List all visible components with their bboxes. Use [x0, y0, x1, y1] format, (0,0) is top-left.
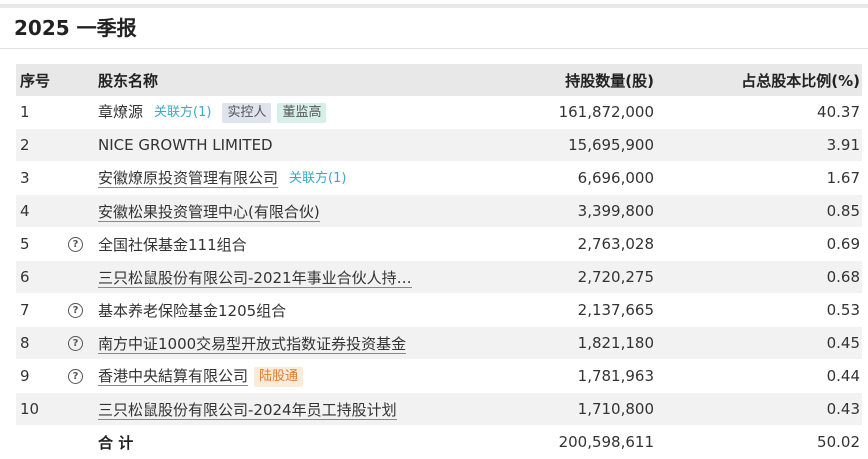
ratio-value: 1.67: [656, 162, 862, 195]
tag-ctrl: 实控人: [222, 102, 272, 123]
shareholder-name: 基本养老保险基金1205组合: [98, 301, 287, 320]
total-ratio: 50.02: [656, 426, 862, 459]
shares-value: 3,399,800: [491, 195, 656, 228]
question-circle-icon[interactable]: ?: [68, 369, 83, 384]
table-header-row: 序号 股东名称 持股数量(股) 占总股本比例(%): [16, 64, 862, 96]
shareholder-name: NICE GROWTH LIMITED: [98, 136, 273, 154]
row-index: 3: [16, 162, 68, 195]
row-index: 9: [16, 360, 68, 393]
shares-value: 2,137,665: [491, 294, 656, 327]
table-row: 9? 香港中央結算有限公司 陆股通 1,781,963 0.44: [16, 360, 862, 393]
shareholder-name-cell: 南方中证1000交易型开放式指数证券投资基金: [98, 327, 491, 360]
shareholder-name-cell: 安徽燎原投资管理有限公司 关联方(1): [98, 162, 491, 195]
row-index: 4: [16, 195, 68, 228]
shareholder-name-cell: 三只松鼠股份有限公司-2021年事业合伙人持…: [98, 261, 491, 294]
row-index: 2: [16, 129, 68, 162]
shareholder-name-link[interactable]: 安徽燎原投资管理有限公司: [98, 169, 279, 189]
column-header-shares: 持股数量(股): [565, 71, 654, 90]
ratio-value: 3.91: [656, 129, 862, 162]
tag-hk[interactable]: 陆股通: [254, 366, 304, 387]
row-help-cell: [68, 195, 98, 228]
column-header-help-spacer: [68, 64, 98, 96]
column-header-index: 序号: [20, 71, 51, 90]
table-row: 10 三只松鼠股份有限公司-2024年员工持股计划 1,710,800 0.43: [16, 393, 862, 426]
row-help-cell: ?: [68, 294, 98, 327]
ratio-value: 40.37: [656, 96, 862, 129]
ratio-value: 0.69: [656, 228, 862, 261]
row-index: 1: [16, 96, 68, 129]
row-help-cell: ?: [68, 360, 98, 393]
shares-value: 15,695,900: [491, 129, 656, 162]
shareholders-table: 序号 股东名称 持股数量(股) 占总股本比例(%) 1 章燎源 关联方(1) 实控人董…: [16, 64, 862, 459]
shareholder-name-cell: 全国社保基金111组合: [98, 228, 491, 261]
ratio-value: 0.43: [656, 393, 862, 426]
shareholder-name-link[interactable]: 三只松鼠股份有限公司-2024年员工持股计划: [98, 400, 397, 420]
tag-exec: 董监高: [277, 102, 327, 123]
shares-value: 1,710,800: [491, 393, 656, 426]
ratio-value: 0.68: [656, 261, 862, 294]
shareholder-name-cell: 章燎源 关联方(1) 实控人 董监高: [98, 96, 491, 129]
table-row: 2 NICE GROWTH LIMITED 15,695,900 3.91: [16, 129, 862, 162]
row-help-cell: [68, 129, 98, 162]
row-index: 8: [16, 327, 68, 360]
row-help-cell: [68, 261, 98, 294]
shares-value: 6,696,000: [491, 162, 656, 195]
total-spacer: [68, 426, 98, 459]
table-body: 1 章燎源 关联方(1) 实控人 董监高 161,872,000 40.37 2 NICE GR…: [16, 96, 862, 459]
total-spacer: [16, 426, 68, 459]
table-row: 5? 全国社保基金111组合 2,763,028 0.69: [16, 228, 862, 261]
table-row: 6 三只松鼠股份有限公司-2021年事业合伙人持… 2,720,275 0.68: [16, 261, 862, 294]
shares-value: 161,872,000: [491, 96, 656, 129]
total-row: 合 计 200,598,611 50.02: [16, 426, 862, 459]
shareholder-name-link[interactable]: 安徽松果投资管理中心(有限合伙): [98, 202, 320, 222]
ratio-value: 0.53: [656, 294, 862, 327]
shareholder-name-cell: NICE GROWTH LIMITED: [98, 129, 491, 162]
table-row: 1 章燎源 关联方(1) 实控人 董监高 161,872,000 40.37: [16, 96, 862, 129]
table-row: 4 安徽松果投资管理中心(有限合伙) 3,399,800 0.85: [16, 195, 862, 228]
tag-rel[interactable]: 关联方(1): [149, 103, 216, 123]
table-row: 8? 南方中证1000交易型开放式指数证券投资基金 1,821,180 0.45: [16, 327, 862, 360]
ratio-value: 0.44: [656, 360, 862, 393]
question-circle-icon[interactable]: ?: [68, 303, 83, 318]
shares-value: 1,821,180: [491, 327, 656, 360]
column-header-name: 股东名称: [98, 71, 159, 90]
row-index: 7: [16, 294, 68, 327]
row-index: 10: [16, 393, 68, 426]
page-title: 2025 一季报: [14, 16, 137, 40]
question-circle-icon[interactable]: ?: [68, 237, 83, 252]
shares-value: 2,720,275: [491, 261, 656, 294]
question-circle-icon[interactable]: ?: [68, 336, 83, 351]
column-header-ratio: 占总股本比例(%): [741, 71, 860, 90]
row-help-cell: ?: [68, 327, 98, 360]
shareholder-name-cell: 香港中央結算有限公司 陆股通: [98, 360, 491, 393]
table-row: 3 安徽燎原投资管理有限公司 关联方(1) 6,696,000 1.67: [16, 162, 862, 195]
shares-value: 1,781,963: [491, 360, 656, 393]
row-index: 5: [16, 228, 68, 261]
row-help-cell: [68, 96, 98, 129]
shareholder-name-link[interactable]: 南方中证1000交易型开放式指数证券投资基金: [98, 334, 407, 354]
table-row: 7? 基本养老保险基金1205组合 2,137,665 0.53: [16, 294, 862, 327]
title-divider: [0, 48, 868, 49]
total-shares: 200,598,611: [491, 426, 656, 459]
shareholder-name-cell: 基本养老保险基金1205组合: [98, 294, 491, 327]
shareholder-name: 章燎源: [98, 103, 144, 122]
tag-rel[interactable]: 关联方(1): [284, 169, 351, 189]
ratio-value: 0.45: [656, 327, 862, 360]
total-label: 合 计: [98, 426, 491, 459]
shareholder-name-link[interactable]: 三只松鼠股份有限公司-2021年事业合伙人持…: [98, 268, 412, 288]
row-index: 6: [16, 261, 68, 294]
row-help-cell: [68, 162, 98, 195]
shareholder-name: 全国社保基金111组合: [98, 235, 247, 254]
top-divider: [0, 4, 868, 8]
row-help-cell: [68, 393, 98, 426]
shares-value: 2,763,028: [491, 228, 656, 261]
row-help-cell: ?: [68, 228, 98, 261]
shareholder-name-cell: 安徽松果投资管理中心(有限合伙): [98, 195, 491, 228]
shareholder-name-link[interactable]: 香港中央結算有限公司: [98, 367, 249, 387]
ratio-value: 0.85: [656, 195, 862, 228]
shareholder-name-cell: 三只松鼠股份有限公司-2024年员工持股计划: [98, 393, 491, 426]
